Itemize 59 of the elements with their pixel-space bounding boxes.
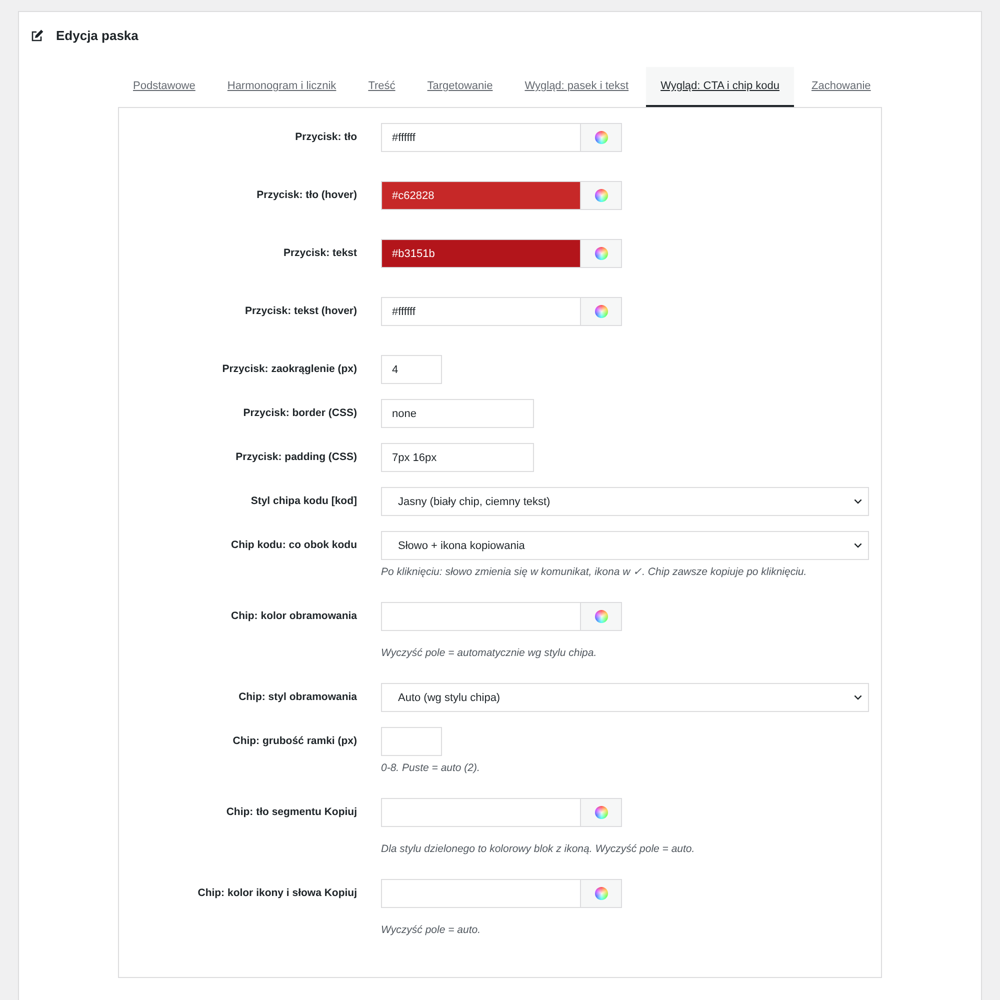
color-input[interactable] — [381, 602, 581, 631]
field-label: Przycisk: tekst (hover) — [244, 304, 357, 319]
color-picker-button[interactable] — [581, 798, 622, 827]
field-label: Przycisk: tło (hover) — [256, 188, 357, 203]
text-input[interactable]: 7px 16px — [381, 443, 534, 472]
color-picker-button[interactable] — [581, 879, 622, 908]
color-picker-button[interactable] — [581, 181, 622, 210]
text-input[interactable]: none — [381, 399, 534, 428]
select-dropdown[interactable]: Jasny (biały chip, ciemny tekst) — [381, 487, 869, 516]
chevron-down-icon — [854, 695, 862, 700]
select-dropdown[interactable]: Auto (wg stylu chipa) — [381, 683, 869, 712]
color-wheel-icon — [594, 610, 608, 623]
color-input[interactable]: #ffffff — [381, 297, 581, 326]
field-description: Dla stylu dzielonego to kolorowy blok z ikoną. Wyczyść pole = auto. — [381, 842, 695, 857]
color-wheel-icon — [594, 305, 608, 318]
field-label: Styl chipa kodu [kod] — [250, 494, 357, 509]
tab[interactable]: Podstawowe — [118, 67, 210, 107]
color-input[interactable]: #ffffff — [381, 123, 581, 152]
field-description: Wyczyść pole = automatycznie wg stylu chipa. — [381, 646, 597, 661]
select-dropdown[interactable]: Słowo + ikona kopiowania — [381, 531, 869, 560]
number-input[interactable] — [381, 727, 442, 756]
color-wheel-icon — [594, 189, 608, 202]
field-label: Przycisk: zaokrąglenie (px) — [221, 362, 357, 377]
field-label: Przycisk: tekst — [282, 246, 357, 261]
color-wheel-icon — [594, 887, 608, 900]
field-label: Chip: kolor obramowania — [230, 609, 357, 624]
color-wheel-icon — [594, 131, 608, 144]
field-label: Przycisk: padding (CSS) — [234, 450, 357, 465]
color-wheel-icon — [594, 806, 608, 819]
number-input[interactable]: 4 — [381, 355, 442, 384]
tab[interactable]: Zachowanie — [796, 67, 886, 107]
color-input[interactable]: #b3151b — [381, 239, 581, 268]
color-input[interactable]: #c62828 — [381, 181, 581, 210]
color-picker-button[interactable] — [581, 602, 622, 631]
tab[interactable]: Wygląd: CTA i chip kodu — [646, 67, 794, 107]
field-label: Chip: tło segmentu Kopiuj — [225, 805, 357, 820]
field-description: Po kliknięciu: słowo zmienia się w komunikat, ikona w ✓. Chip zawsze kopiuje po kliknięciu. — [381, 565, 807, 580]
chevron-down-icon — [854, 543, 862, 548]
color-input[interactable] — [381, 798, 581, 827]
tab[interactable]: Harmonogram i licznik — [212, 67, 352, 107]
color-picker-button[interactable] — [581, 297, 622, 326]
color-wheel-icon — [594, 247, 608, 260]
page-title: Edycja paska — [56, 28, 138, 42]
tab[interactable]: Treść — [353, 67, 410, 107]
color-picker-button[interactable] — [581, 123, 622, 152]
field-description: 0-8. Puste = auto (2). — [381, 761, 480, 776]
field-description: Wyczyść pole = auto. — [381, 923, 480, 938]
color-input[interactable] — [381, 879, 581, 908]
edit-icon — [31, 28, 44, 42]
tab[interactable]: Wygląd: pasek i tekst — [510, 67, 644, 107]
field-label: Przycisk: tło — [294, 130, 357, 145]
field-label: Chip kodu: co obok kodu — [230, 538, 357, 553]
field-label: Chip: styl obramowania — [238, 690, 357, 705]
field-label: Przycisk: border (CSS) — [242, 406, 357, 421]
field-label: Chip: grubość ramki (px) — [232, 734, 357, 749]
chevron-down-icon — [854, 499, 862, 504]
color-picker-button[interactable] — [581, 239, 622, 268]
tab[interactable]: Targetowanie — [412, 67, 508, 107]
field-label: Chip: kolor ikony i słowa Kopiuj — [196, 886, 357, 901]
